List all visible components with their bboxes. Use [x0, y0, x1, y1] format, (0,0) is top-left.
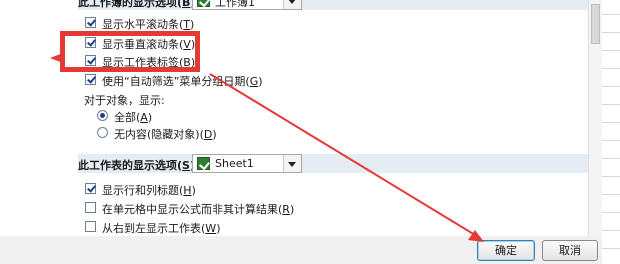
- annotation-arrow-line: [209, 73, 481, 239]
- annotation-pointer: [50, 53, 63, 63]
- annotation-arrows: [50, 53, 484, 242]
